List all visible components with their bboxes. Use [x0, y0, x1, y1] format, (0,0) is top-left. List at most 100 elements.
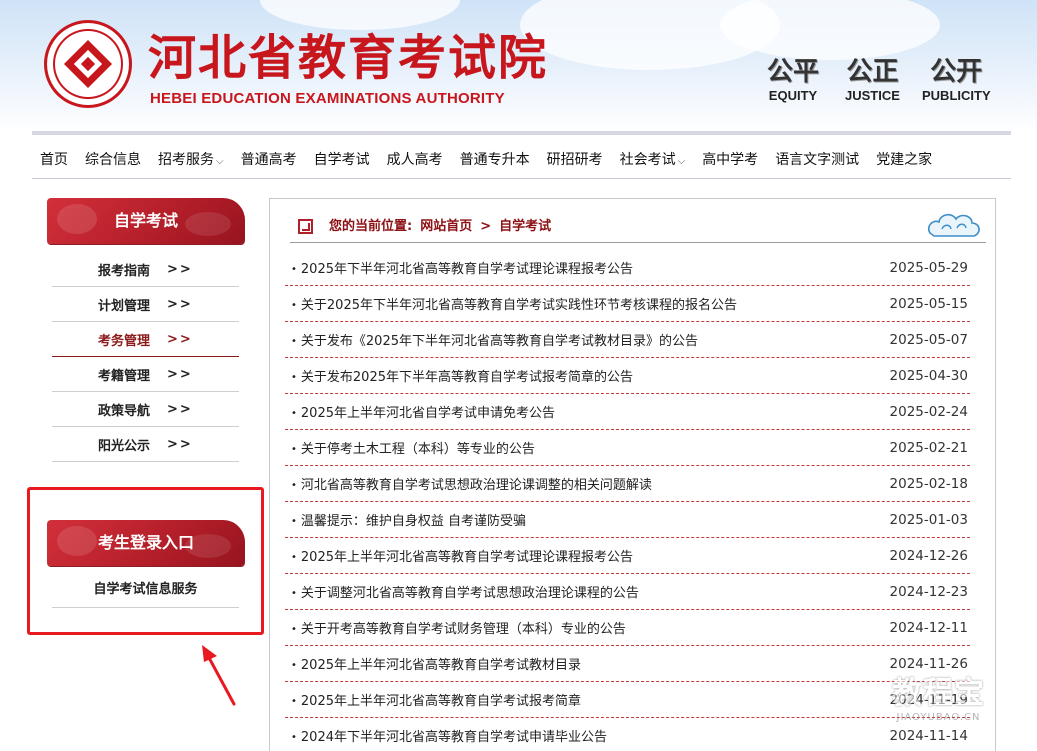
nav-item[interactable]: 普通高考 — [233, 149, 306, 169]
nav-divider — [32, 131, 1011, 135]
nav-item-label: 普通高考 — [240, 151, 297, 168]
sidebar-section-title: 自学考试 — [47, 198, 245, 244]
news-row[interactable]: 关于发布《2025年下半年河北省高等教育自学考试教材目录》的公告 2025-05-… — [285, 322, 970, 358]
double-arrow-icon: >> — [167, 296, 193, 312]
nav-item[interactable]: 自学考试 — [306, 149, 379, 169]
sidebar-item[interactable]: 政策导航 >> — [52, 392, 239, 427]
nav-item[interactable]: 党建之家 — [868, 149, 941, 169]
news-title-link[interactable]: 2025年上半年河北省高等教育自学考试理论课程报考公告 — [291, 546, 633, 565]
news-row[interactable]: 2025年上半年河北省自学考试申请免考公告 2025-02-24 — [285, 394, 970, 430]
news-date: 2024-11-19 — [889, 691, 968, 708]
news-date: 2024-11-14 — [889, 727, 968, 744]
motto-equity: 公平 EQUITY — [767, 57, 820, 103]
news-title-link[interactable]: 2025年上半年河北省高等教育自学考试报考简章 — [291, 690, 581, 709]
news-date: 2025-02-18 — [889, 475, 968, 492]
news-row[interactable]: 河北省高等教育自学考试思想政治理论课调整的相关问题解读 2025-02-18 — [285, 466, 970, 502]
news-row[interactable]: 2025年上半年河北省高等教育自学考试理论课程报考公告 2024-12-26 — [285, 538, 970, 574]
nav-item[interactable]: 社会考试 ⌵ — [612, 149, 695, 169]
news-row[interactable]: 关于发布2025年下半年高等教育自学考试报考简章的公告 2025-04-30 — [285, 358, 970, 394]
nav-item[interactable]: 研招研考 — [539, 149, 612, 169]
news-date: 2025-02-21 — [889, 439, 968, 456]
sidebar-item-label: 考籍管理 — [98, 368, 151, 384]
news-title-link[interactable]: 关于调整河北省高等教育自学考试思想政治理论课程的公告 — [291, 582, 639, 601]
nav-item-label: 综合信息 — [85, 151, 141, 168]
nav-item-label: 高中学考 — [702, 151, 759, 168]
news-date: 2024-12-11 — [889, 619, 968, 636]
location-icon — [298, 219, 313, 234]
nav-item-label: 成人高考 — [386, 151, 443, 168]
news-row[interactable]: 关于开考高等教育自学考试财务管理（本科）专业的公告 2024-12-11 — [285, 610, 970, 646]
news-date: 2025-05-29 — [889, 259, 968, 276]
nav-item[interactable]: 普通专升本 — [452, 149, 539, 169]
news-date: 2025-01-03 — [889, 511, 968, 528]
double-arrow-icon: >> — [167, 401, 193, 417]
login-section-title: 考生登录入口 — [47, 520, 245, 566]
nav-item-label: 首页 — [40, 151, 68, 168]
news-row[interactable]: 关于停考土木工程（本科）等专业的公告 2025-02-21 — [285, 430, 970, 466]
sidebar-item-label: 报考指南 — [98, 263, 151, 279]
news-title-link[interactable]: 2024年下半年河北省高等教育自学考试申请毕业公告 — [291, 726, 607, 745]
nav-item-label: 党建之家 — [876, 151, 933, 168]
double-arrow-icon: >> — [167, 436, 193, 452]
breadcrumb-separator: > — [480, 219, 492, 234]
red-arrow-annotation — [202, 645, 236, 706]
sidebar-menu: 报考指南 >> 计划管理 >> 考务管理 >> 考籍管理 >> 政策导航 >> 阳光公示 >> — [52, 252, 239, 462]
nav-item[interactable]: 招考服务 ⌵ — [150, 149, 233, 169]
nav-item[interactable]: 成人高考 — [379, 149, 452, 169]
news-title-link[interactable]: 河北省高等教育自学考试思想政治理论课调整的相关问题解读 — [291, 474, 652, 493]
sidebar-item-label: 阳光公示 — [98, 438, 151, 454]
news-row[interactable]: 温馨提示：维护自身权益 自考谨防受骗 2025-01-03 — [285, 502, 970, 538]
news-list: 2025年下半年河北省高等教育自学考试理论课程报考公告 2025-05-29 关于2… — [285, 250, 970, 751]
news-date: 2025-05-07 — [889, 331, 968, 348]
chevron-down-icon: ⌵ — [677, 155, 686, 167]
sidebar-item-label: 计划管理 — [98, 298, 151, 314]
nav-item[interactable]: 综合信息 — [77, 149, 150, 169]
news-title-link[interactable]: 关于2025年下半年河北省高等教育自学考试实践性环节考核课程的报名公告 — [291, 294, 737, 313]
sidebar-item[interactable]: 考籍管理 >> — [52, 357, 239, 392]
double-arrow-icon: >> — [167, 366, 193, 382]
news-row[interactable]: 2025年上半年河北省高等教育自学考试报考简章 2024-11-19 — [285, 682, 970, 718]
nav-item[interactable]: 语言文字测试 — [767, 149, 868, 169]
news-title-link[interactable]: 关于开考高等教育自学考试财务管理（本科）专业的公告 — [291, 618, 626, 637]
sidebar-item[interactable]: 阳光公示 >> — [52, 427, 239, 462]
site-header: 河北省教育考试院 HEBEI EDUCATION EXAMINATIONS AU… — [0, 0, 1037, 131]
news-date: 2024-12-23 — [889, 583, 968, 600]
breadcrumb-current: 自学考试 — [499, 219, 552, 234]
double-arrow-icon: >> — [167, 261, 193, 277]
news-row[interactable]: 2025年下半年河北省高等教育自学考试理论课程报考公告 2025-05-29 — [285, 250, 970, 286]
sidebar-item-label: 考务管理 — [98, 333, 151, 349]
motto-publicity: 公开 PUBLICITY — [922, 57, 991, 103]
nav-item-label: 语言文字测试 — [775, 151, 860, 168]
main-nav: 首页 综合信息 招考服务 ⌵ 普通高考 自学考试 成人高考 普通专升本 研招研考 社会考试 ⌵ 高中学… — [32, 139, 1011, 179]
nav-item-label: 研招研考 — [546, 151, 603, 168]
news-title-link[interactable]: 2025年上半年河北省高等教育自学考试教材目录 — [291, 654, 581, 673]
self-exam-info-service-link[interactable]: 自学考试信息服务 — [52, 574, 239, 608]
news-title-link[interactable]: 2025年下半年河北省高等教育自学考试理论课程报考公告 — [291, 258, 633, 277]
breadcrumb-label: 您的当前位置: — [329, 219, 413, 234]
nav-item[interactable]: 高中学考 — [694, 149, 767, 169]
news-date: 2024-12-26 — [889, 547, 968, 564]
nav-item-label: 社会考试 — [619, 151, 676, 168]
news-row[interactable]: 关于2025年下半年河北省高等教育自学考试实践性环节考核课程的报名公告 2025-… — [285, 286, 970, 322]
sidebar-item[interactable]: 考务管理 >> — [52, 322, 239, 357]
nav-item[interactable]: 首页 — [32, 149, 77, 169]
news-title-link[interactable]: 关于停考土木工程（本科）等专业的公告 — [291, 438, 535, 457]
nav-item-label: 招考服务 — [158, 151, 214, 168]
news-date: 2024-11-26 — [889, 655, 968, 672]
breadcrumb: 您的当前位置: 网站首页 > 自学考试 — [290, 209, 986, 243]
news-date: 2025-02-24 — [889, 403, 968, 420]
sidebar-item[interactable]: 计划管理 >> — [52, 287, 239, 322]
news-title-link[interactable]: 关于发布《2025年下半年河北省高等教育自学考试教材目录》的公告 — [291, 330, 698, 349]
news-title-link[interactable]: 关于发布2025年下半年高等教育自学考试报考简章的公告 — [291, 366, 633, 385]
news-row[interactable]: 2024年下半年河北省高等教育自学考试申请毕业公告 2024-11-14 — [285, 718, 970, 751]
news-row[interactable]: 关于调整河北省高等教育自学考试思想政治理论课程的公告 2024-12-23 — [285, 574, 970, 610]
news-row[interactable]: 2025年上半年河北省高等教育自学考试教材目录 2024-11-26 — [285, 646, 970, 682]
nav-item-label: 普通专升本 — [459, 151, 530, 168]
news-title-link[interactable]: 温馨提示：维护自身权益 自考谨防受骗 — [291, 510, 526, 529]
nav-item-label: 自学考试 — [313, 151, 370, 168]
news-title-link[interactable]: 2025年上半年河北省自学考试申请免考公告 — [291, 402, 555, 421]
sidebar-item[interactable]: 报考指南 >> — [52, 252, 239, 287]
news-date: 2025-04-30 — [889, 367, 968, 384]
breadcrumb-home-link[interactable]: 网站首页 — [420, 219, 472, 234]
authority-logo[interactable] — [44, 20, 132, 108]
